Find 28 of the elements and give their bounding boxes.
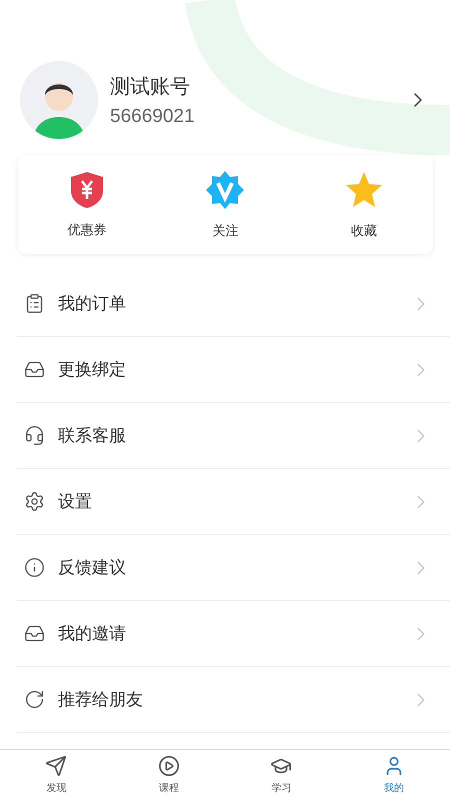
shortcut-button[interactable]: 优惠券	[18, 155, 156, 254]
menu-item[interactable]: 我的邀请	[17, 601, 450, 667]
menu-item[interactable]: 我的订单	[17, 271, 450, 337]
settings-icon	[24, 491, 45, 512]
inbox-icon	[24, 623, 45, 644]
menu-item[interactable]: 反馈建议	[17, 535, 450, 601]
menu-item[interactable]: 推荐给朋友	[17, 667, 450, 733]
shortcut-button[interactable]: 关注	[156, 155, 295, 254]
badge-v-icon	[205, 170, 246, 210]
tab-item[interactable]: 我的	[338, 750, 450, 800]
user-name: 测试账号	[110, 72, 191, 100]
menu-item[interactable]: 设置	[17, 469, 450, 535]
headset-icon	[24, 425, 45, 446]
shortcut-button[interactable]: 收藏	[294, 155, 433, 254]
play-icon	[158, 755, 180, 777]
tray-icon	[24, 359, 45, 380]
refresh-arrow-icon	[24, 689, 45, 710]
shield-yen-icon	[70, 170, 104, 208]
account-id: 56669021	[110, 106, 196, 128]
star-icon	[344, 170, 384, 210]
menu-item[interactable]: 联系客服	[17, 403, 450, 469]
tab-item[interactable]: 学习	[225, 750, 338, 800]
menu-item[interactable]: 更换绑定	[17, 337, 450, 403]
tab-item[interactable]: 发现	[0, 750, 112, 800]
clipboard-icon	[24, 293, 45, 314]
paper-plane-icon	[45, 755, 68, 777]
info-icon	[24, 557, 45, 578]
tab-item[interactable]: 课程	[112, 750, 225, 800]
